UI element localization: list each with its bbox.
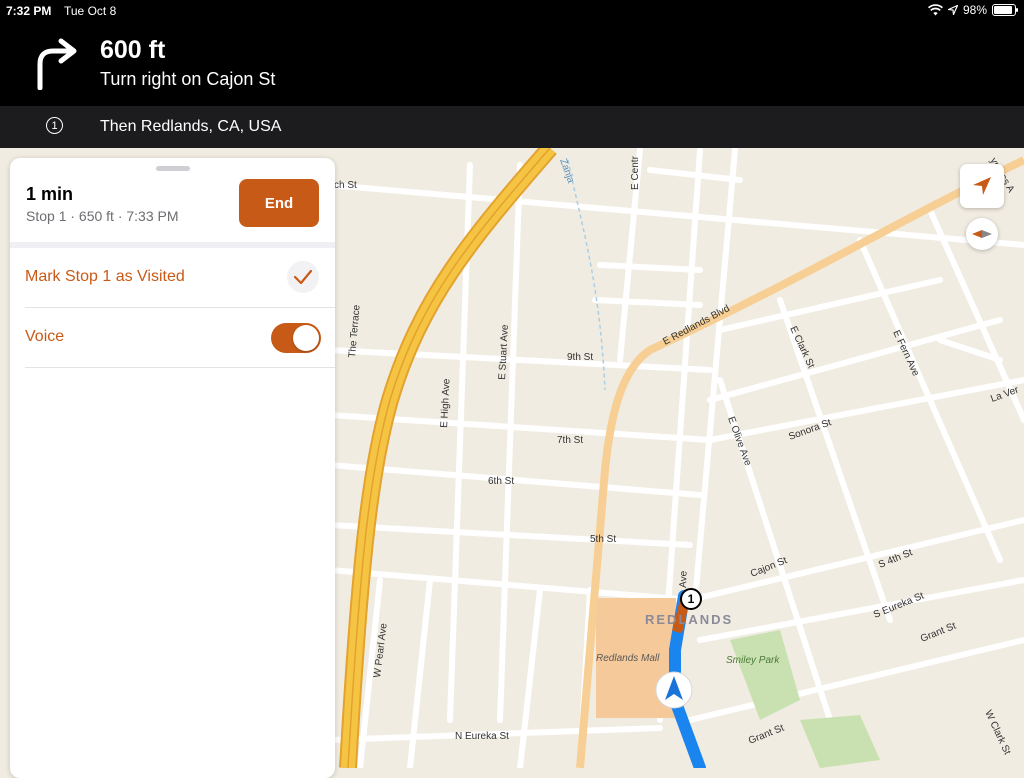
compass-button[interactable] <box>966 218 998 250</box>
mark-visited-row[interactable]: Mark Stop 1 as Visited <box>25 249 335 308</box>
map-street-label: N Eureka St <box>455 731 509 742</box>
wifi-icon <box>927 4 943 16</box>
map-street-label: E Centr <box>630 155 641 190</box>
map-street-label: 7th St <box>557 435 583 446</box>
status-date: Tue Oct 8 <box>64 4 117 18</box>
stop-number-badge: 1 <box>46 117 63 134</box>
map-street-label: 9th St <box>567 352 593 363</box>
checkmark-icon <box>293 269 313 285</box>
section-divider <box>10 242 335 248</box>
park-label: Smiley Park <box>726 655 780 666</box>
turn-right-arrow-icon <box>37 38 77 90</box>
voice-row: Voice <box>25 309 335 368</box>
next-maneuver-text: Then Redlands, CA, USA <box>100 118 282 135</box>
map-street-label: Ave <box>678 570 690 588</box>
maneuver-instruction: Turn right on Cajon St <box>100 69 276 89</box>
status-time: 7:32 PM <box>6 4 52 18</box>
navigation-panel: 1 min Stop 1 · 650 ft · 7:33 PM End Mark… <box>10 158 335 778</box>
compass-icon <box>972 230 992 238</box>
location-arrow-icon <box>973 177 991 195</box>
mall-label: Redlands Mall <box>596 653 660 664</box>
mark-visited-label: Mark Stop 1 as Visited <box>25 268 185 285</box>
navigation-banner: 600 ft Turn right on Cajon St <box>0 22 1024 106</box>
voice-label: Voice <box>25 328 65 345</box>
trip-details: Stop 1 · 650 ft · 7:33 PM <box>26 208 179 224</box>
map-street-label: ch St <box>334 180 357 191</box>
battery-icon <box>992 4 1018 16</box>
mark-visited-button[interactable] <box>287 261 319 293</box>
stop-marker-label: 1 <box>688 592 695 606</box>
city-label: REDLANDS <box>645 612 733 627</box>
battery-percent: 98% <box>962 3 987 17</box>
status-bar: 7:32 PM Tue Oct 8 98% <box>0 0 1024 22</box>
maneuver-distance: 600 ft <box>100 36 166 64</box>
toggle-knob <box>293 325 319 351</box>
track-location-button[interactable] <box>960 164 1004 208</box>
panel-grabber[interactable] <box>156 166 190 171</box>
location-arrow-icon <box>947 5 958 15</box>
next-maneuver-bar: 1 Then Redlands, CA, USA <box>0 106 1024 148</box>
voice-toggle[interactable] <box>271 323 321 353</box>
end-button[interactable]: End <box>239 179 319 227</box>
map-street-label: 6th St <box>488 476 514 487</box>
map-street-label: 5th St <box>590 534 616 545</box>
eta-time: 1 min <box>26 184 74 204</box>
status-right: 98% <box>927 3 1018 17</box>
